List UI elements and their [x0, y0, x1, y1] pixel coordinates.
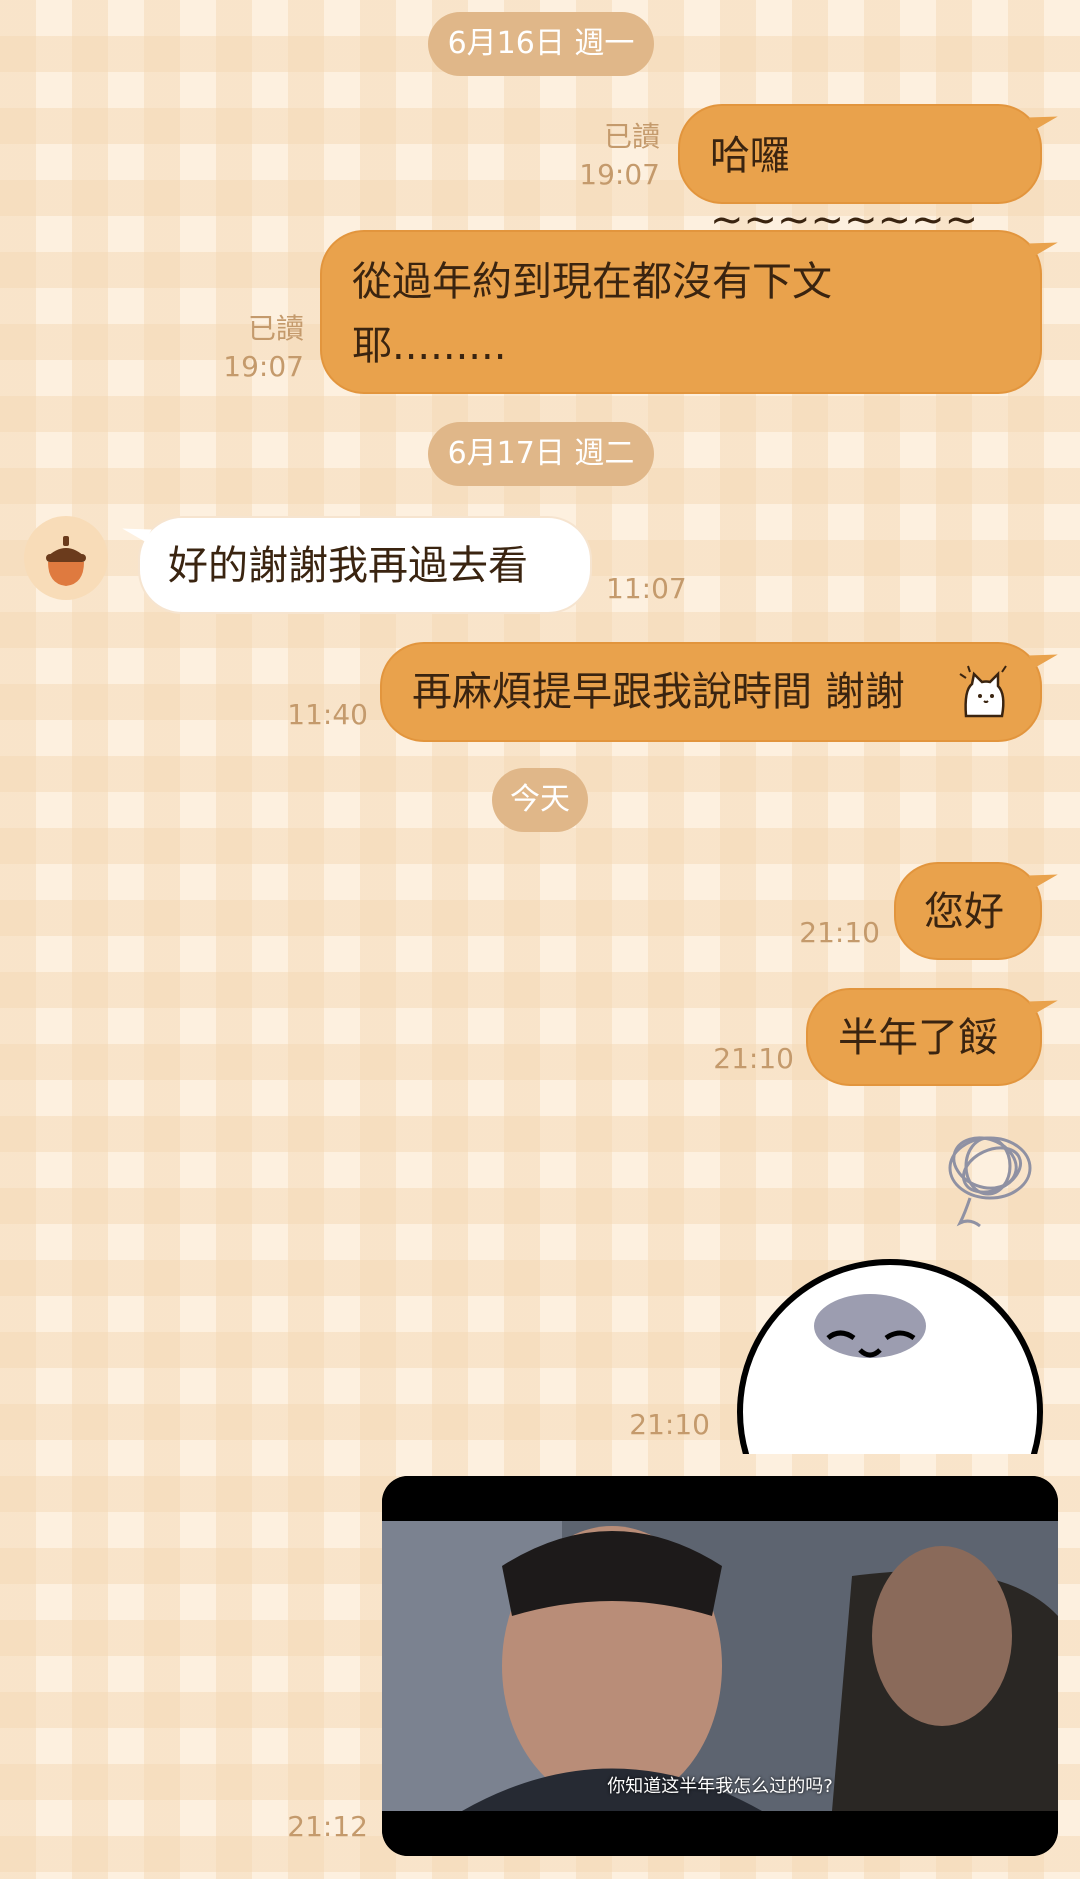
message-time: 21:10 [799, 916, 880, 949]
read-status: 已讀 [603, 120, 660, 153]
message-text: 再麻煩提早跟我說時間 謝謝 [412, 669, 905, 715]
sent-message[interactable]: 半年了餒 [806, 988, 1042, 1086]
video-thumbnail [382, 1476, 1058, 1856]
message-time: 19:07 [223, 350, 304, 383]
message-meta: 已讀 19:07 [560, 118, 660, 194]
message-text: 哈囉~~~~~~~~ [710, 133, 979, 243]
message-text: 耶......... [352, 323, 507, 369]
message-text: 好的謝謝我再過去看 [168, 543, 528, 589]
received-message[interactable]: 好的謝謝我再過去看 [138, 516, 592, 614]
message-text: 您好 [924, 889, 1004, 935]
sad-blob-sticker[interactable] [730, 1118, 1050, 1454]
message-time: 21:12 [287, 1810, 368, 1843]
date-divider: 6月17日 週二 [428, 422, 654, 486]
message-meta: 已讀 19:07 [200, 310, 304, 386]
message-text: 從過年約到現在都沒有下文 [352, 259, 832, 305]
date-divider: 今天 [492, 768, 588, 832]
message-time: 19:07 [579, 158, 660, 191]
message-time: 11:40 [287, 698, 368, 731]
avatar[interactable] [24, 516, 108, 600]
cat-sticker-icon [959, 665, 1007, 718]
read-status: 已讀 [247, 312, 304, 345]
video-caption: 你知道这半年我怎么过的吗? [607, 1776, 833, 1797]
sad-blob-face [737, 1259, 1043, 1454]
acorn-icon [46, 536, 86, 586]
scribble-icon [948, 1136, 1032, 1228]
date-divider: 6月16日 週一 [428, 12, 654, 76]
message-time: 11:07 [606, 572, 687, 605]
message-text: 半年了餒 [838, 1015, 998, 1061]
message-time: 21:10 [629, 1408, 710, 1441]
video-message[interactable]: 你知道这半年我怎么过的吗? [382, 1476, 1058, 1856]
sent-message[interactable]: 從過年約到現在都沒有下文 耶......... [320, 230, 1042, 394]
sent-message[interactable]: 哈囉~~~~~~~~ [678, 104, 1042, 243]
sent-message[interactable]: 您好 [894, 862, 1042, 960]
sent-message[interactable]: 再麻煩提早跟我說時間 謝謝 [380, 642, 1042, 742]
message-time: 21:10 [713, 1042, 794, 1075]
